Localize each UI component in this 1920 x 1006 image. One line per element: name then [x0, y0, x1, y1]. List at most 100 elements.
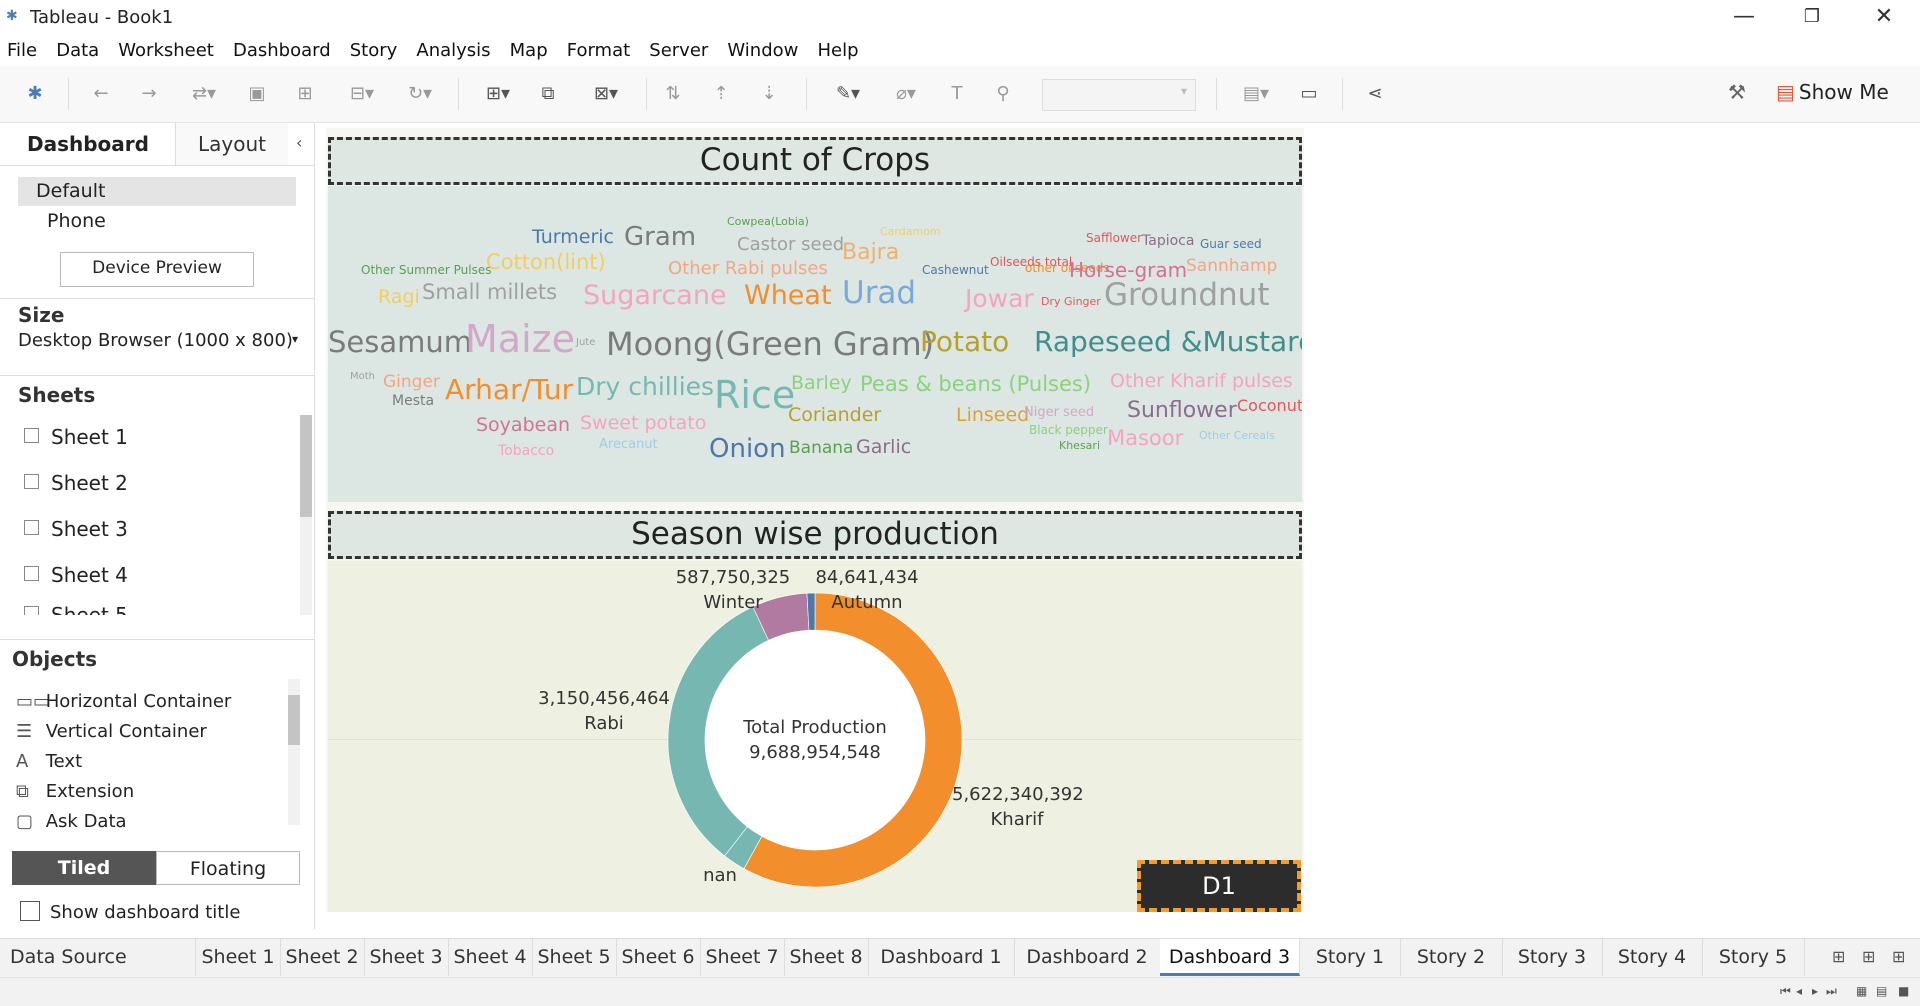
group-icon[interactable]: ⌀▾	[886, 82, 926, 106]
d1-button[interactable]: D1	[1137, 860, 1301, 912]
device-default[interactable]: Default	[18, 177, 296, 206]
menu-dashboard[interactable]: Dashboard	[226, 36, 338, 66]
sheets-scrollbar-thumb[interactable]	[300, 415, 312, 517]
ask-data-icon: ▢	[16, 811, 34, 832]
menu-analysis[interactable]: Analysis	[409, 36, 497, 66]
season-title-box[interactable]: Season wise production	[328, 511, 1302, 559]
restore-button[interactable]: ❐	[1784, 2, 1840, 32]
object-text[interactable]: A Text	[16, 751, 82, 772]
menu-format[interactable]: Format	[560, 36, 637, 66]
menu-data[interactable]: Data	[49, 36, 106, 66]
floating-toggle[interactable]: Floating	[156, 851, 300, 885]
bottom-tab-dashboard-3[interactable]: Dashboard 3	[1160, 939, 1300, 976]
tableau-home-icon[interactable]: ✱	[24, 82, 46, 106]
bottom-tab-data-source[interactable]: Data Source	[0, 939, 196, 976]
save-icon[interactable]: ▣	[246, 82, 268, 106]
autumn-value: 84,641,434	[815, 567, 919, 588]
last-sheet-icon[interactable]: ⏭	[1826, 984, 1837, 999]
donut-center-value: 9,688,954,548	[749, 742, 881, 763]
undo-icon[interactable]: ←	[90, 82, 112, 106]
bottom-tab-sheet-7[interactable]: Sheet 7	[700, 939, 785, 976]
tiled-toggle[interactable]: Tiled	[12, 851, 156, 885]
menu-map[interactable]: Map	[503, 36, 555, 66]
prev-sheet-icon[interactable]: ◂	[1796, 984, 1802, 998]
new-datasource-icon[interactable]: ⊞	[294, 82, 316, 106]
new-story-tab-icon[interactable]: ⊞	[1892, 947, 1905, 966]
device-phone[interactable]: Phone	[18, 207, 296, 236]
size-dropdown[interactable]: Desktop Browser (1000 x 800) ▾	[18, 330, 298, 351]
bottom-tab-story-3[interactable]: Story 3	[1502, 939, 1603, 976]
redo-icon[interactable]: →	[138, 82, 160, 106]
presentation-icon[interactable]: ▭	[1296, 82, 1322, 106]
first-sheet-icon[interactable]: ⏮	[1780, 984, 1791, 999]
swap-icon[interactable]: ⇄▾	[184, 82, 224, 106]
donut-chart[interactable]: Total Production 9,688,954,548	[655, 580, 975, 900]
bottom-tab-sheet-1[interactable]: Sheet 1	[196, 939, 281, 976]
object-extension[interactable]: ⧉ Extension	[16, 781, 134, 802]
filmstrip-icon[interactable]: ▦	[1856, 984, 1867, 998]
swap-rows-icon[interactable]: ⇅	[662, 82, 684, 106]
bottom-tab-dashboard-2[interactable]: Dashboard 2	[1014, 939, 1161, 976]
show-cards-icon[interactable]: ▤▾	[1236, 82, 1276, 106]
bottom-tab-story-4[interactable]: Story 4	[1602, 939, 1703, 976]
fit-dropdown[interactable]: ▾	[1042, 79, 1196, 111]
menu-worksheet[interactable]: Worksheet	[111, 36, 221, 66]
object-vertical-container[interactable]: ☰ Vertical Container	[16, 721, 207, 742]
bottom-tab-dashboard-1[interactable]: Dashboard 1	[868, 939, 1015, 976]
bottom-tab-sheet-2[interactable]: Sheet 2	[280, 939, 365, 976]
collapse-pane-icon[interactable]: ‹	[296, 133, 302, 152]
word-cloud-term: Sesamum	[328, 325, 473, 359]
bottom-tab-sheet-8[interactable]: Sheet 8	[784, 939, 869, 976]
menu-file[interactable]: File	[0, 36, 44, 66]
menu-server[interactable]: Server	[642, 36, 715, 66]
fix-axes-icon[interactable]: ⚲	[992, 82, 1014, 106]
device-preview-button[interactable]: Device Preview	[60, 252, 254, 287]
menu-window[interactable]: Window	[720, 36, 805, 66]
sheet-item[interactable]: Sheet 3	[24, 517, 128, 541]
labels-icon[interactable]: T	[946, 82, 968, 106]
bottom-tab-sheet-3[interactable]: Sheet 3	[364, 939, 449, 976]
minimize-button[interactable]: —	[1716, 2, 1772, 32]
sheet-item[interactable]: Sheet 5	[24, 603, 128, 615]
new-dashboard-tab-icon[interactable]: ⊞	[1862, 947, 1875, 966]
format-painter-icon[interactable]: ⚒	[1728, 80, 1746, 104]
clear-sheet-icon[interactable]: ⊠▾	[584, 82, 628, 106]
pause-updates-icon[interactable]: ⊟▾	[342, 82, 382, 106]
share-icon[interactable]: ⋖	[1364, 82, 1386, 106]
show-title-checkbox[interactable]: Show dashboard title	[20, 901, 240, 923]
object-horizontal-container[interactable]: ▭▭ Horizontal Container	[16, 691, 231, 712]
bottom-tab-story-2[interactable]: Story 2	[1400, 939, 1503, 976]
sheet-item[interactable]: Sheet 2	[24, 471, 128, 495]
tabs-view-icon[interactable]: ■	[1898, 984, 1909, 998]
object-ask-data[interactable]: ▢ Ask Data	[16, 811, 127, 832]
grid-view-icon[interactable]: ▤	[1876, 984, 1887, 998]
menu-help[interactable]: Help	[810, 36, 865, 66]
menu-bar: File Data Worksheet Dashboard Story Anal…	[0, 36, 1920, 66]
bottom-tab-story-1[interactable]: Story 1	[1300, 939, 1401, 976]
sheet-item[interactable]: Sheet 1	[24, 425, 128, 449]
bottom-tab-story-5[interactable]: Story 5	[1702, 939, 1805, 976]
next-sheet-icon[interactable]: ▸	[1812, 984, 1818, 998]
tab-layout[interactable]: Layout	[176, 123, 288, 166]
close-button[interactable]: ✕	[1856, 2, 1912, 32]
show-me-button[interactable]: ▤ Show Me	[1776, 80, 1889, 104]
sort-descending-icon[interactable]: ⇣	[758, 82, 780, 106]
menu-story[interactable]: Story	[343, 36, 405, 66]
tab-dashboard[interactable]: Dashboard	[0, 123, 176, 165]
sort-ascending-icon[interactable]: ⇡	[710, 82, 732, 106]
crops-title-box[interactable]: Count of Crops	[328, 137, 1302, 185]
sheet-icon	[24, 428, 39, 443]
duplicate-icon[interactable]: ⧉	[536, 82, 560, 106]
highlight-icon[interactable]: ✎▾	[828, 82, 868, 106]
refresh-icon[interactable]: ↻▾	[400, 82, 440, 106]
word-cloud-term: Safflower	[1086, 231, 1143, 245]
new-worksheet-tab-icon[interactable]: ⊞	[1832, 947, 1845, 966]
word-cloud[interactable]: Turmeric Gram Cowpea(Lobia) Castor seed Card…	[328, 186, 1302, 502]
bottom-tab-sheet-4[interactable]: Sheet 4	[448, 939, 533, 976]
bottom-tab-sheet-6[interactable]: Sheet 6	[616, 939, 701, 976]
word-cloud-term: Sugarcane	[583, 280, 727, 311]
sheet-item[interactable]: Sheet 4	[24, 563, 128, 587]
bottom-tab-sheet-5[interactable]: Sheet 5	[532, 939, 617, 976]
objects-scrollbar-thumb[interactable]	[288, 695, 300, 745]
new-worksheet-icon[interactable]: ⊞▾	[476, 82, 520, 106]
